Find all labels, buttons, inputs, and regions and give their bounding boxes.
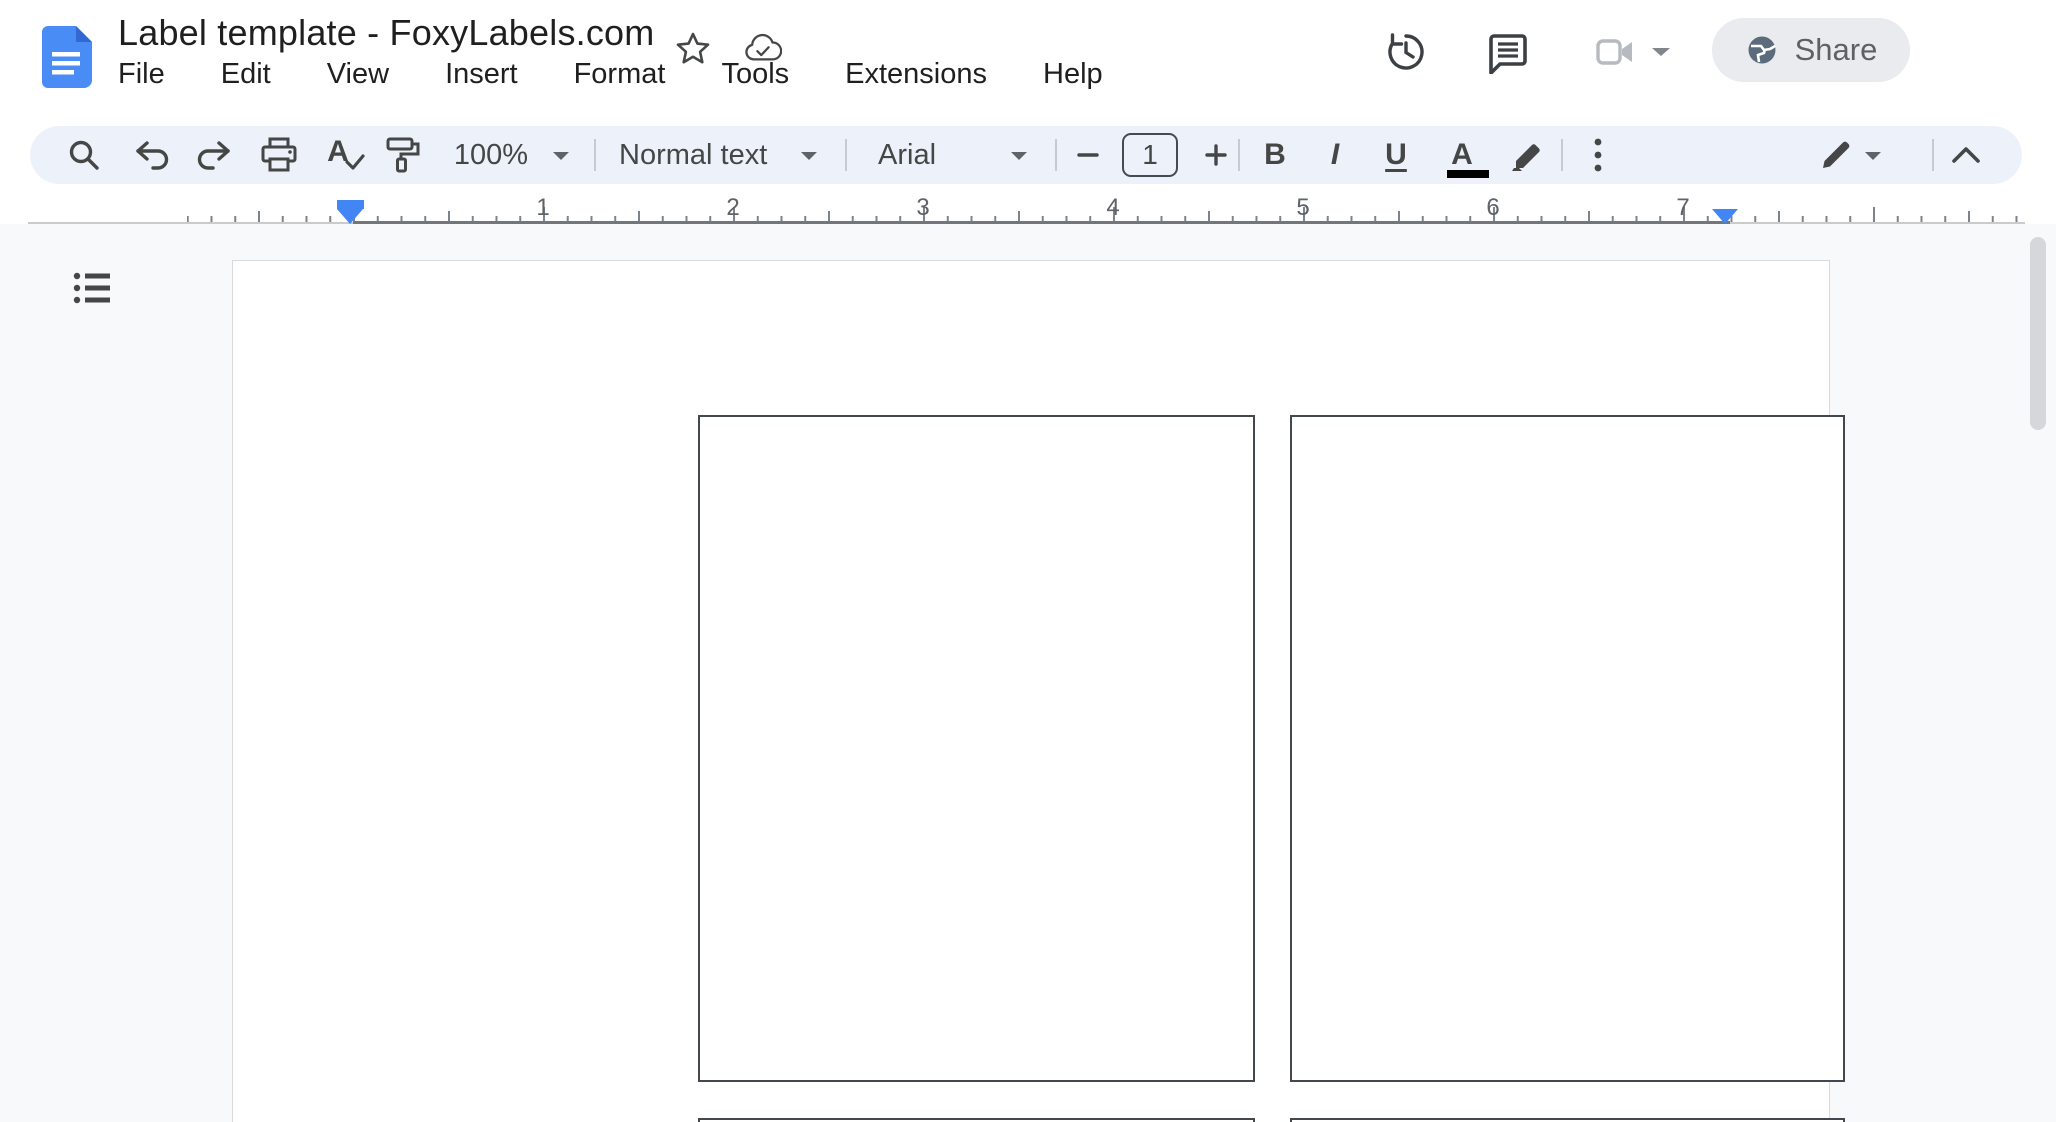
search-icon xyxy=(69,140,99,170)
overflow-dots-icon xyxy=(1594,138,1602,172)
vertical-scrollbar[interactable] xyxy=(2030,237,2046,430)
style-caret-icon[interactable] xyxy=(798,136,820,174)
text-color-icon: A xyxy=(1451,138,1473,171)
show-document-outline-button[interactable] xyxy=(66,262,118,314)
menubar: File Edit View Insert Format Tools Exten… xyxy=(108,56,1113,93)
undo-icon xyxy=(136,141,169,170)
decrease-font-size-button[interactable] xyxy=(1072,136,1104,174)
toolbar-divider xyxy=(594,139,596,171)
toolbar-divider xyxy=(845,139,847,171)
highlighter-icon xyxy=(1512,144,1540,171)
zoom-value: 100% xyxy=(453,138,529,171)
toolbar-divider xyxy=(1932,139,1934,171)
ruler-number: 4 xyxy=(1106,194,1120,221)
right-indent-marker[interactable] xyxy=(1712,209,1738,224)
menu-edit[interactable]: Edit xyxy=(211,56,281,93)
minus-icon xyxy=(1077,153,1099,157)
header: Label template - FoxyLabels.com File Edi… xyxy=(0,0,2056,126)
undo-button[interactable] xyxy=(133,136,171,174)
horizontal-ruler-ticks xyxy=(187,196,2020,224)
italic-icon: I xyxy=(1330,138,1340,171)
label-cell[interactable] xyxy=(698,415,1255,1082)
ruler-number: 6 xyxy=(1486,194,1500,221)
paragraph-style-value: Normal text xyxy=(619,138,768,171)
spellcheck-check-icon xyxy=(345,154,365,170)
video-call-icon[interactable] xyxy=(1594,30,1638,74)
ruler-number: 1 xyxy=(536,194,550,221)
label-cell[interactable] xyxy=(1290,1118,1845,1122)
increase-font-size-button[interactable] xyxy=(1200,136,1232,174)
menu-help[interactable]: Help xyxy=(1033,56,1113,93)
more-toolbar-options-button[interactable] xyxy=(1580,136,1616,174)
menu-tools[interactable]: Tools xyxy=(711,56,799,93)
hide-menus-button[interactable] xyxy=(1946,136,1986,174)
editing-mode-button[interactable] xyxy=(1816,136,1856,174)
text-color-button[interactable]: A xyxy=(1443,136,1489,178)
ruler-number: 7 xyxy=(1676,194,1690,221)
highlight-color-button[interactable] xyxy=(1504,136,1548,174)
comments-icon[interactable] xyxy=(1486,30,1530,74)
google-docs-app: Label template - FoxyLabels.com File Edi… xyxy=(0,0,2056,1122)
menu-insert[interactable]: Insert xyxy=(435,56,528,93)
menu-extensions[interactable]: Extensions xyxy=(835,56,997,93)
video-call-caret-icon[interactable] xyxy=(1650,46,1672,58)
document-outline-icon xyxy=(73,272,110,304)
editing-mode-pen-icon xyxy=(1823,141,1850,168)
label-cell[interactable] xyxy=(698,1118,1255,1122)
toolbar-divider xyxy=(1055,139,1057,171)
globe-icon xyxy=(1748,36,1776,64)
font-caret-icon[interactable] xyxy=(1008,136,1030,174)
document-title[interactable]: Label template - FoxyLabels.com xyxy=(118,12,654,54)
docs-logo-icon[interactable] xyxy=(42,26,92,88)
zoom-select[interactable]: 100% xyxy=(450,136,532,174)
italic-button[interactable]: I xyxy=(1316,136,1354,174)
ruler-number: 3 xyxy=(916,194,930,221)
toolbar-divider xyxy=(1238,139,1240,171)
menu-view[interactable]: View xyxy=(317,56,399,93)
plus-icon xyxy=(1205,144,1227,166)
bold-button[interactable]: B xyxy=(1256,136,1294,174)
font-size-input[interactable]: 1 xyxy=(1122,133,1178,177)
print-button[interactable] xyxy=(258,136,300,174)
redo-button[interactable] xyxy=(195,136,233,174)
font-select[interactable]: Arial xyxy=(878,136,998,174)
print-icon xyxy=(261,137,297,172)
share-button-label: Share xyxy=(1794,32,1878,67)
ruler-number: 5 xyxy=(1296,194,1310,221)
document-canvas xyxy=(0,224,2056,1122)
editing-mode-caret-icon[interactable] xyxy=(1862,136,1884,174)
toolbar-divider xyxy=(1561,139,1563,171)
underline-button[interactable]: U xyxy=(1377,136,1415,174)
bold-icon: B xyxy=(1264,138,1286,171)
paint-format-button[interactable] xyxy=(381,136,423,174)
version-history-icon[interactable] xyxy=(1384,30,1428,74)
share-button[interactable]: Share xyxy=(1712,18,1910,82)
font-value: Arial xyxy=(878,138,937,171)
document-page[interactable] xyxy=(232,260,1845,1122)
spellcheck-button[interactable]: A xyxy=(326,135,370,174)
menu-file[interactable]: File xyxy=(108,56,175,93)
first-line-indent-marker[interactable] xyxy=(337,200,364,209)
redo-icon xyxy=(197,141,230,170)
underline-icon: U xyxy=(1385,138,1407,171)
menu-format[interactable]: Format xyxy=(564,56,676,93)
text-color-swatch xyxy=(1447,170,1489,178)
label-cell[interactable] xyxy=(1290,415,1845,1082)
left-indent-marker[interactable] xyxy=(337,209,363,224)
paragraph-style-select[interactable]: Normal text xyxy=(619,136,779,174)
search-menus-button[interactable] xyxy=(65,136,103,174)
zoom-caret-icon[interactable] xyxy=(550,136,572,174)
paint-format-icon xyxy=(386,137,420,173)
ruler-number: 2 xyxy=(726,194,740,221)
collapse-toolbar-icon xyxy=(1952,147,1980,163)
